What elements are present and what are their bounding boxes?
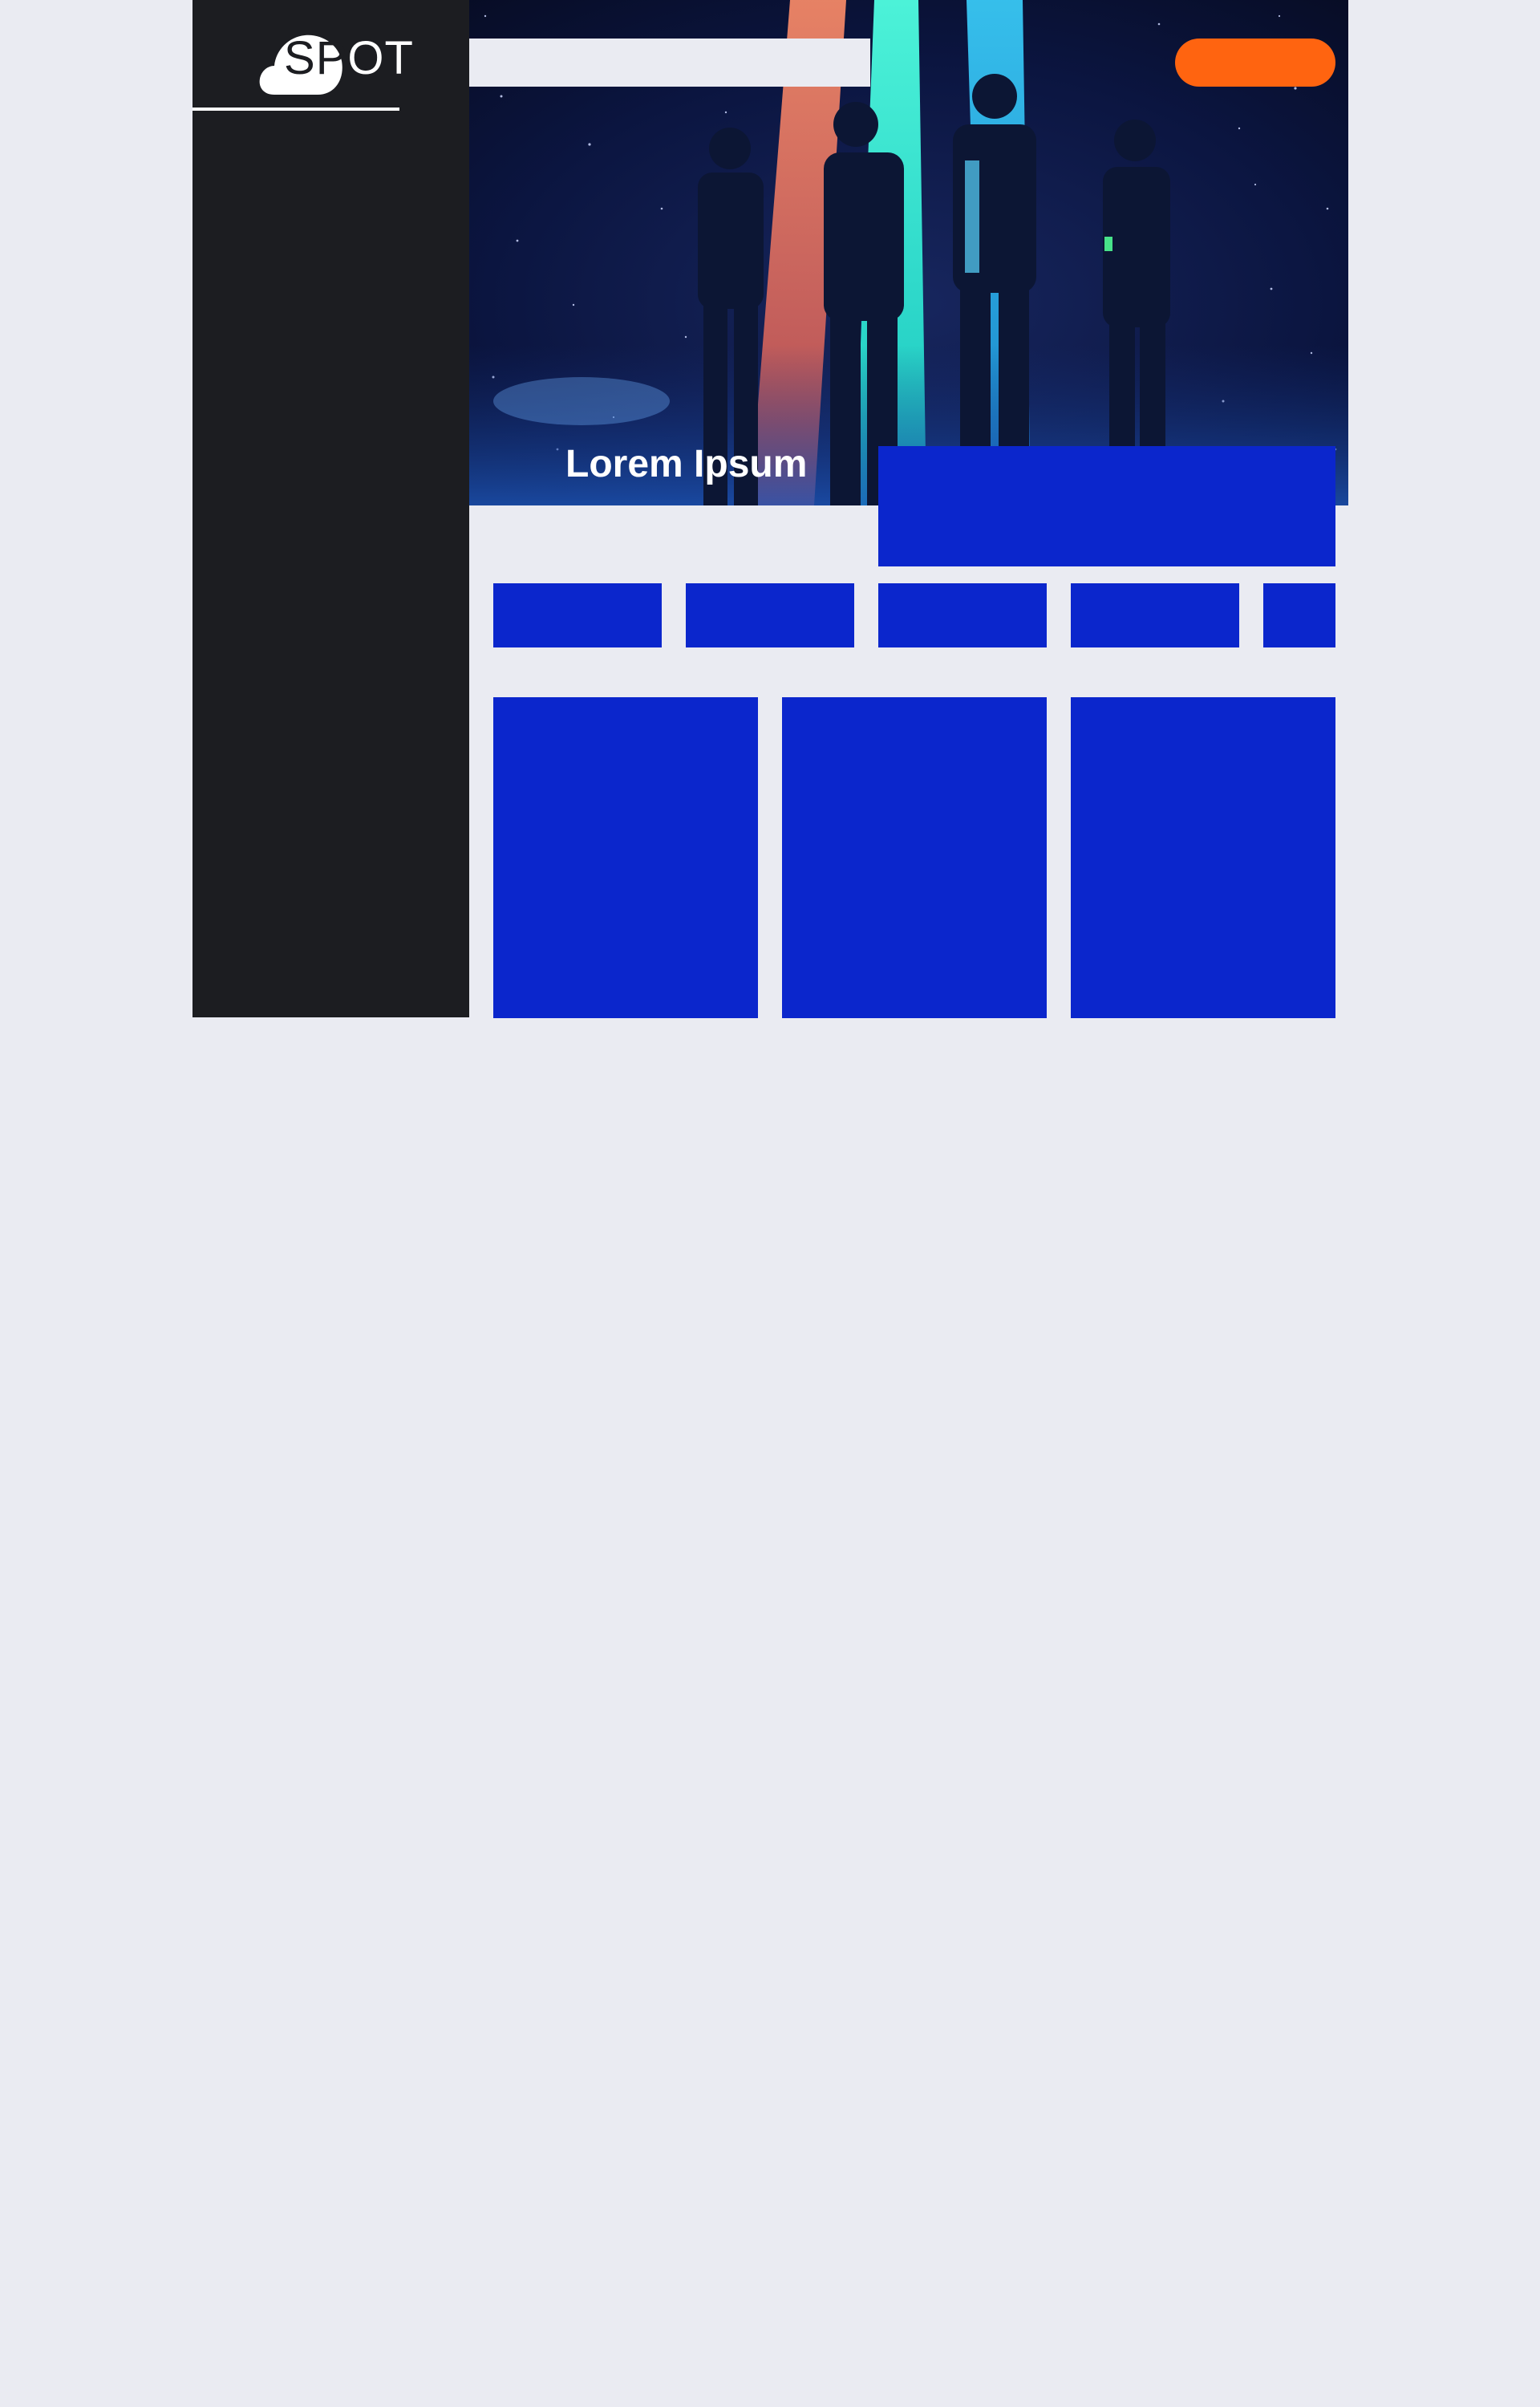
sidebar: SPOT <box>192 0 469 1017</box>
content-card-3[interactable] <box>1071 697 1335 1018</box>
hero-title: Lorem Ipsum <box>565 443 808 485</box>
category-chip-5[interactable] <box>1263 583 1335 647</box>
category-chip-1[interactable] <box>493 583 662 647</box>
logo[interactable]: SPOT <box>258 29 413 96</box>
category-chip-2[interactable] <box>686 583 854 647</box>
feature-panel[interactable] <box>878 446 1335 566</box>
content-card-2[interactable] <box>782 697 1047 1018</box>
sidebar-divider <box>192 108 399 111</box>
category-chip-3[interactable] <box>878 583 1047 647</box>
category-chip-4[interactable] <box>1071 583 1239 647</box>
search-input[interactable] <box>469 39 870 87</box>
page: SPOT Lorem Ipsum <box>0 0 1540 2407</box>
cta-button[interactable] <box>1175 39 1335 87</box>
logo-wordmark: SPOT <box>284 32 414 84</box>
content-card-1[interactable] <box>493 697 758 1018</box>
